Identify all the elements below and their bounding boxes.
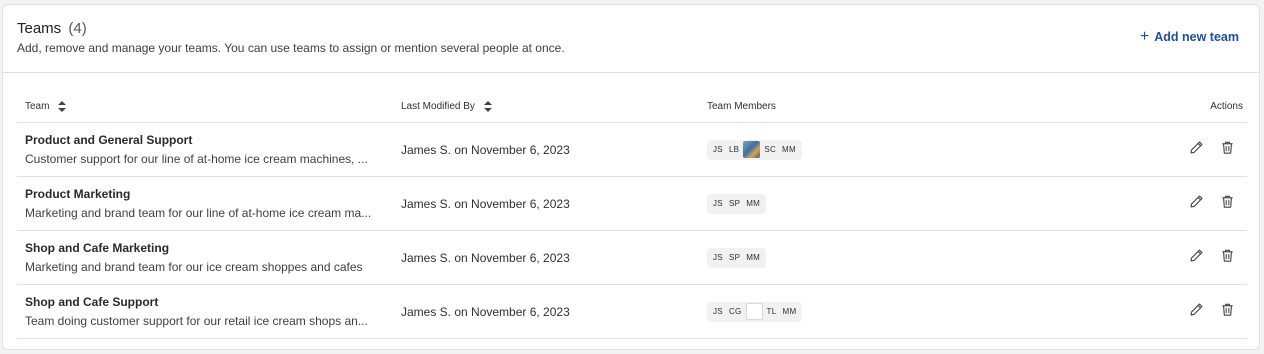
team-description: Team doing customer support for our reta… [25, 314, 368, 328]
pencil-icon[interactable] [1189, 194, 1204, 209]
modified-cell: James S. on November 6, 2023 [401, 176, 707, 231]
column-header-modified-label: Last Modified By [401, 101, 475, 113]
column-header-members: Team Members [707, 91, 1127, 123]
actions-cell [1127, 122, 1247, 177]
team-members-chip[interactable]: JS SP MM [707, 193, 767, 214]
table-row[interactable]: Product Marketing Marketing and brand te… [17, 176, 1247, 231]
members-cell: JS CG TL MM [707, 284, 1127, 339]
actions-cell [1127, 284, 1247, 339]
table-body: Product and General Support Customer sup… [17, 122, 1247, 339]
member-initials[interactable]: MM [779, 307, 799, 316]
sort-icon[interactable] [483, 100, 492, 112]
row-actions [1189, 194, 1235, 209]
member-initials[interactable]: LB [726, 145, 742, 154]
table-row[interactable]: Shop and Cafe Support Team doing custome… [17, 284, 1247, 339]
member-initials[interactable]: MM [743, 199, 763, 208]
members-cell: JS SP MM [707, 230, 1127, 285]
member-initials[interactable]: SC [761, 145, 779, 154]
team-name[interactable]: Product and General Support [25, 133, 401, 147]
pencil-icon[interactable] [1189, 302, 1204, 317]
trash-icon[interactable] [1220, 302, 1235, 317]
title-text: Teams [17, 20, 62, 37]
pencil-icon[interactable] [1189, 140, 1204, 155]
team-cell: Product Marketing Marketing and brand te… [17, 176, 401, 231]
team-name[interactable]: Shop and Cafe Support [25, 295, 401, 309]
member-initials[interactable]: TL [764, 307, 780, 316]
member-initials[interactable]: MM [779, 145, 799, 154]
members-cell: JS LB SC MM [707, 122, 1127, 177]
team-description: Marketing and brand team for our line of… [25, 206, 372, 220]
member-initials[interactable]: SP [726, 199, 743, 208]
last-modified-text: James S. on November 6, 2023 [401, 196, 570, 211]
add-new-team-button[interactable]: + Add new team [1139, 28, 1239, 45]
last-modified-text: James S. on November 6, 2023 [401, 142, 570, 157]
team-cell: Product and General Support Customer sup… [17, 122, 401, 177]
row-actions [1189, 248, 1235, 263]
modified-cell: James S. on November 6, 2023 [401, 230, 707, 285]
modified-cell: James S. on November 6, 2023 [401, 284, 707, 339]
column-header-actions-label: Actions [1210, 101, 1243, 112]
row-actions [1189, 302, 1235, 317]
trash-icon[interactable] [1220, 248, 1235, 263]
teams-table: Team Last Modified By Team Members Actio… [17, 91, 1247, 339]
trash-icon[interactable] [1220, 194, 1235, 209]
last-modified-text: James S. on November 6, 2023 [401, 304, 570, 319]
member-initials[interactable]: JS [710, 253, 726, 262]
column-header-actions: Actions [1127, 91, 1247, 123]
page-subtitle: Add, remove and manage your teams. You c… [17, 41, 565, 55]
member-initials[interactable]: JS [710, 307, 726, 316]
row-actions [1189, 140, 1235, 155]
add-new-team-label: Add new team [1154, 30, 1239, 44]
team-name[interactable]: Shop and Cafe Marketing [25, 241, 401, 255]
member-initials[interactable]: MM [743, 253, 763, 262]
modified-cell: James S. on November 6, 2023 [401, 122, 707, 177]
column-header-modified[interactable]: Last Modified By [401, 91, 707, 123]
table-row[interactable]: Product and General Support Customer sup… [17, 122, 1247, 177]
team-members-chip[interactable]: JS LB SC MM [707, 139, 802, 160]
member-initials[interactable]: JS [710, 199, 726, 208]
trash-icon[interactable] [1220, 140, 1235, 155]
teams-card: Teams (4) Add, remove and manage your te… [2, 4, 1260, 350]
team-description: Marketing and brand team for our ice cre… [25, 260, 363, 274]
sort-icon[interactable] [58, 100, 67, 112]
actions-cell [1127, 230, 1247, 285]
last-modified-text: James S. on November 6, 2023 [401, 250, 570, 265]
member-initials[interactable]: SP [726, 253, 743, 262]
page-title: Teams (4) [17, 20, 87, 37]
member-avatar-image[interactable] [745, 303, 763, 321]
teams-header: Teams (4) Add, remove and manage your te… [3, 5, 1259, 73]
column-header-team-label: Team [25, 101, 50, 113]
actions-cell [1127, 176, 1247, 231]
table-row[interactable]: Shop and Cafe Marketing Marketing and br… [17, 230, 1247, 285]
team-members-chip[interactable]: JS SP MM [707, 247, 767, 268]
team-name[interactable]: Product Marketing [25, 187, 401, 201]
pencil-icon[interactable] [1189, 248, 1204, 263]
team-members-chip[interactable]: JS CG TL MM [707, 301, 803, 322]
team-count: (4) [68, 20, 87, 37]
team-cell: Shop and Cafe Marketing Marketing and br… [17, 230, 401, 285]
members-cell: JS SP MM [707, 176, 1127, 231]
team-cell: Shop and Cafe Support Team doing custome… [17, 284, 401, 339]
member-initials[interactable]: CG [726, 307, 745, 316]
member-initials[interactable]: JS [710, 145, 726, 154]
plus-icon: + [1139, 28, 1150, 45]
team-description: Customer support for our line of at-home… [25, 152, 368, 166]
table-header-row: Team Last Modified By Team Members Actio… [17, 91, 1247, 123]
member-avatar-image[interactable] [743, 141, 761, 159]
column-header-team[interactable]: Team [17, 91, 401, 123]
